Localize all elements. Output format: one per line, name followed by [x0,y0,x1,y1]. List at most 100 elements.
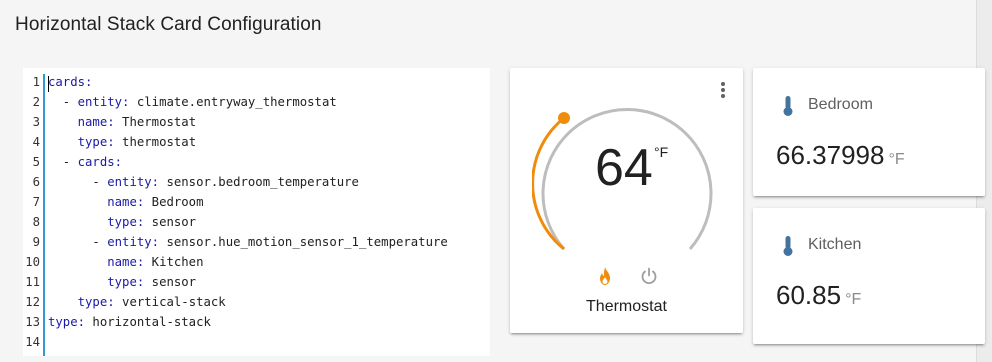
code-line[interactable]: 11 type: sensor [23,272,490,292]
code-text: type: sensor [48,212,196,232]
sensor-name: Kitchen [808,236,862,253]
yaml-code-editor[interactable]: 1 cards: 2 - entity: climate.entryway_ther… [23,68,490,356]
thermostat-name: Thermostat [586,298,667,315]
code-text: name: Kitchen [48,252,204,272]
yaml-value: climate.entryway_thermostat [129,95,337,109]
yaml-value: thermostat [114,135,197,149]
temperature-unit: °F [654,144,669,160]
code-indent: - [48,155,78,169]
line-number: 6 [32,175,40,189]
text-cursor [48,76,49,92]
yaml-value: sensor [144,215,197,229]
line-number: 8 [32,215,40,229]
code-text: - entity: sensor.hue_motion_sensor_1_tem… [48,232,448,252]
thermostat-card[interactable]: 64 °F Thermostat [510,68,743,333]
code-text: - entity: sensor.bedroom_temperature [48,172,359,192]
yaml-key: entity: [77,95,130,109]
yaml-value: Bedroom [144,195,204,209]
sensor-value: 60.85 °F [776,280,861,311]
code-indent: - [48,235,108,249]
code-line[interactable]: 14 [23,332,490,352]
code-indent: - [48,175,108,189]
power-icon[interactable] [640,267,658,285]
yaml-value: sensor [144,275,197,289]
yaml-key: cards: [77,155,123,169]
yaml-key: entity: [107,175,160,189]
yaml-key: name: [77,115,115,129]
dialog-header: Horizontal Stack Card Configuration [0,0,976,56]
line-number: 9 [32,235,40,249]
line-number: 5 [32,155,40,169]
code-line[interactable]: 13 type: horizontal-stack [23,312,490,332]
line-number: 10 [25,255,40,269]
code-line[interactable]: 8 type: sensor [23,212,490,232]
yaml-value: horizontal-stack [85,315,211,329]
code-text: name: Bedroom [48,192,204,212]
line-number: 3 [32,115,40,129]
code-line[interactable]: 10 name: Kitchen [23,252,490,272]
code-line[interactable]: 6 - entity: sensor.bedroom_temperature [23,172,490,192]
line-number: 14 [25,335,40,349]
yaml-key: name: [107,195,145,209]
code-line[interactable]: 9 - entity: sensor.hue_motion_sensor_1_t… [23,232,490,252]
yaml-value: sensor.bedroom_temperature [159,175,359,189]
code-line[interactable]: 2 - entity: climate.entryway_thermostat [23,92,490,112]
code-text: - entity: climate.entryway_thermostat [48,92,337,112]
yaml-key: name: [107,255,145,269]
yaml-key: type: [107,215,145,229]
code-text: - cards: [48,152,122,172]
yaml-value: Kitchen [144,255,204,269]
line-number: 4 [32,135,40,149]
code-line[interactable]: 3 name: Thermostat [23,112,490,132]
code-line[interactable]: 4 type: thermostat [23,132,490,152]
code-text: type: sensor [48,272,196,292]
code-text: type: thermostat [48,132,196,152]
yaml-value: sensor.hue_motion_sensor_1_temperature [159,235,448,249]
code-text: cards: [48,72,92,92]
yaml-key: type: [77,135,115,149]
code-indent: - [48,95,78,109]
flame-icon[interactable] [597,266,613,286]
code-line[interactable]: 7 name: Bedroom [23,192,490,212]
thermometer-icon [783,96,793,116]
yaml-key: type: [77,295,115,309]
thermometer-icon [783,236,793,256]
yaml-value: vertical-stack [114,295,226,309]
current-temperature: 64 [595,139,653,197]
code-line[interactable]: 12 type: vertical-stack [23,292,490,312]
dial-handle [558,112,570,124]
sensor-reading: 60.85 [776,280,842,310]
line-number: 13 [25,315,40,329]
sensor-reading: 66.37998 [776,140,885,170]
yaml-key: cards: [48,75,93,89]
yaml-key: entity: [107,235,160,249]
sensor-name: Bedroom [808,96,873,113]
sensor-unit: °F [888,151,905,168]
code-text: name: Thermostat [48,112,196,132]
code-line[interactable]: 5 - cards: [23,152,490,172]
code-line[interactable]: 1 cards: [23,72,490,92]
code-text: type: vertical-stack [48,292,226,312]
line-number: 11 [25,275,40,289]
line-number: 12 [25,295,40,309]
line-number: 2 [32,95,40,109]
page-title: Horizontal Stack Card Configuration [15,14,322,35]
line-number: 7 [32,195,40,209]
code-text: type: horizontal-stack [48,312,211,332]
dial-active-arc [532,116,565,251]
sensor-card-bedroom[interactable]: Bedroom 66.37998 °F [753,68,985,196]
sensor-unit: °F [845,291,862,308]
yaml-value: Thermostat [114,115,197,129]
sensor-value: 66.37998 °F [776,140,905,171]
sensor-card-kitchen[interactable]: Kitchen 60.85 °F [753,208,985,344]
line-number: 1 [32,75,40,89]
yaml-key: type: [107,275,145,289]
yaml-key: type: [48,315,86,329]
